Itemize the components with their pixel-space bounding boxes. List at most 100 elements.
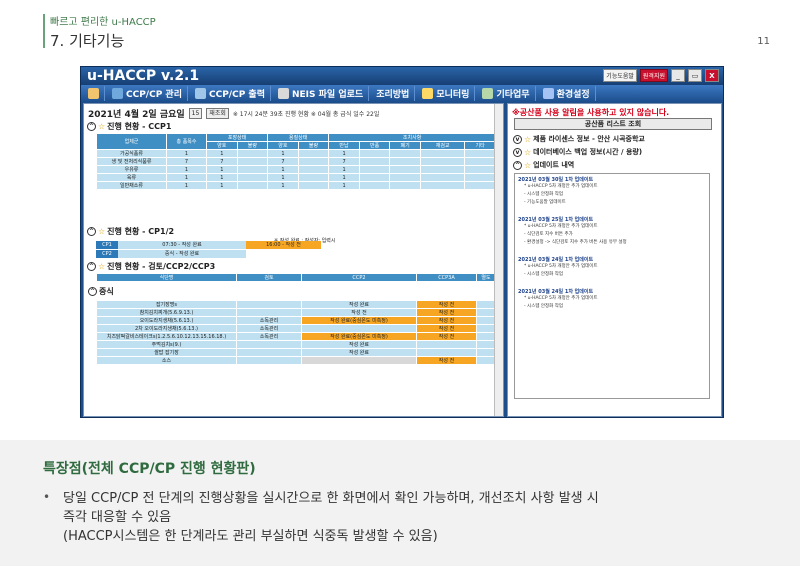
table-cell: 작성 완료 (301, 348, 417, 357)
home-menu[interactable] (83, 86, 105, 101)
table-row[interactable]: 참치김치찌개(5.6.9.13.) 작성 전 작성 전 (96, 308, 496, 317)
table-row[interactable]: 일반채소류 1 1 1 1 (96, 181, 496, 190)
update-entry: 2021년 03월 24일 1차 업데이트 * u-HACCP 5차 개정안 추가… (518, 288, 706, 311)
table-cell (476, 308, 496, 317)
table-cell: 소스 (96, 356, 237, 365)
update-line: - 식단검토 지수 버튼 추가 (524, 232, 573, 237)
table-cell (297, 173, 330, 182)
table-cell (464, 181, 496, 190)
section-ccp1-header[interactable]: ^ ☆ 진행 현황 - CCP1 (87, 121, 171, 132)
update-title: 2021년 03월 25일 1차 업데이트 (518, 217, 594, 223)
section-review-header[interactable]: ^ ☆ 진행 현황 - 검토/CCP2/CCP3 (87, 261, 215, 272)
menu-settings[interactable]: 환경설정 (538, 86, 596, 101)
cp-label: CP1 (96, 241, 118, 249)
table-cell (297, 181, 330, 190)
table-cell (464, 149, 496, 158)
table-cell: 2차 오이도라지생채(5.6.13.) (96, 324, 237, 333)
col-header: 멸도 (476, 273, 496, 282)
star-icon: ☆ (98, 227, 106, 236)
close-button[interactable]: X (705, 69, 719, 82)
update-history-item[interactable]: ^ ☆ 업데이트 내역 (513, 160, 574, 170)
menu-neis-upload[interactable]: NEIS 파일 업로드 (273, 86, 370, 101)
table-row[interactable]: 우유류 1 1 1 1 (96, 165, 496, 174)
cp-row[interactable]: CP1 07:30 - 작성 완료 16:00 - 작성 전 (96, 241, 496, 249)
gear-icon (542, 88, 554, 99)
table-cell (419, 165, 466, 174)
table-row[interactable]: 소스 작성 전 (96, 356, 496, 365)
collapse-icon: ^ (513, 160, 522, 170)
menu-etc[interactable]: 기타업무 (477, 86, 536, 101)
table-cell: 7 (328, 157, 360, 166)
minimize-button[interactable]: _ (671, 69, 685, 82)
table-row[interactable]: 주먹김치s(9.) 작성 완료 (96, 340, 496, 349)
header-title: 7. 기타기능 (50, 32, 125, 50)
table-cell (297, 165, 330, 174)
backup-info-item[interactable]: v ☆ 데이터베이스 백업 정보(시간 / 용량) (513, 147, 642, 157)
table-cell: 오이도라지생채(5.6.13.) (96, 316, 237, 325)
app-titlebar: u-HACCP v.2.1 기능도움말 원격지원 _ ▭ X (81, 67, 723, 85)
remote-support-button[interactable]: 원격지원 (639, 69, 668, 82)
section-cp12-header[interactable]: ^ ☆ 진행 현황 - CP1/2 (87, 226, 174, 237)
col-header: 조치사항 (328, 133, 496, 142)
table-cell: 1 (206, 173, 238, 182)
section-title: 진행 현황 - CP1/2 (107, 227, 175, 236)
table-cell (476, 332, 496, 341)
table-cell: 잡기장명s (96, 300, 237, 309)
vertical-scrollbar[interactable] (494, 104, 503, 416)
table-cell (476, 340, 496, 349)
refresh-button[interactable]: 재조회 (206, 108, 229, 119)
table-row[interactable]: 가공식품류 1 1 1 1 (96, 149, 496, 158)
table-row[interactable]: 생 및 전처리식품류 7 7 7 7 (96, 157, 496, 166)
table-cell: 1 (267, 181, 299, 190)
table-row[interactable]: 2차 오이도라지생채(5.6.13.) 소독관리 작성 전 (96, 324, 496, 333)
calendar-button[interactable]: 15 (188, 108, 203, 119)
table-cell: 소독관리 (236, 324, 302, 333)
collapse-icon: ^ (87, 262, 96, 271)
license-info-item[interactable]: v ☆ 제품 라이센스 정보 - 안산 시곡중학교 (513, 134, 645, 144)
menu-label: 조리방법 (376, 90, 410, 100)
table-cell (301, 324, 417, 333)
table-cell: 참치김치찌개(5.6.9.13.) (96, 308, 237, 317)
cp-row[interactable]: CP2 중식 - 작성 완료 (96, 250, 496, 258)
table-row[interactable]: 쌀밥 잡기장 작성 완료 (96, 348, 496, 357)
update-list[interactable]: 2021년 03월 30일 1차 업데이트 * u-HACCP 5차 개정안 추가… (514, 173, 710, 399)
table-cell: 7 (166, 157, 207, 166)
table-cell: 1 (166, 173, 207, 182)
menu-ccp-print[interactable]: CCP/CP 출력 (190, 86, 271, 101)
restore-button[interactable]: ▭ (688, 69, 702, 82)
table-row[interactable]: 오이도라지생채(5.6.13.) 소독관리 작성 완료(중심온도 미측정) 작성 전 (96, 316, 496, 325)
table-cell (236, 308, 302, 317)
monitor-icon (422, 88, 434, 99)
group-lunch[interactable]: ^ 중식 (88, 286, 114, 297)
help-button[interactable]: 기능도움말 (603, 69, 637, 82)
table-cell: 1 (328, 181, 360, 190)
table-cell: 작성 전 (416, 324, 477, 333)
review-body-table: 잡기장명s 작성 완료 작성 전 참치김치찌개(5.6.9.13.) 작성 전 작성 전오… (96, 300, 496, 365)
collapse-icon: ^ (87, 122, 96, 131)
collapse-icon: ^ (87, 227, 96, 236)
sub-header: 양호 (267, 141, 299, 150)
update-line: * u-HACCP 5차 개정안 추가 업데이트 (524, 264, 598, 269)
table-row[interactable]: 치즈닭떡갈비스테이크s(1.2.5.6.10.12.13.15.16.18.) 소… (96, 332, 496, 341)
app-title: u-HACCP v.2.1 (87, 68, 200, 84)
table-row[interactable]: 육류 1 1 1 1 (96, 173, 496, 182)
table-cell: 작성 전 (416, 332, 477, 341)
section-title: 진행 현황 - 검토/CCP2/CCP3 (107, 262, 216, 271)
product-list-button[interactable]: 공산품 리스트 조회 (514, 118, 712, 130)
sub-header: 불량 (236, 141, 269, 150)
table-cell (236, 356, 302, 365)
table-cell: 1 (267, 173, 299, 182)
sub-header: 불량 (297, 141, 330, 150)
table-cell: 생 및 전처리식품류 (96, 157, 167, 166)
table-cell (476, 324, 496, 333)
table-row[interactable]: 잡기장명s 작성 완료 작성 전 (96, 300, 496, 309)
upload-icon (278, 88, 289, 99)
menu-ccp-manage[interactable]: CCP/CP 관리 (107, 86, 188, 101)
table-cell (476, 356, 496, 365)
table-cell (389, 181, 421, 190)
sub-header: 반납 (328, 141, 360, 150)
table-cell: 7 (206, 157, 238, 166)
menu-cooking[interactable]: 조리방법 (371, 86, 416, 101)
status-note: ※ 17시 24분 39초 진행 현황 ※ 04월 총 급식 일수 22일 (232, 111, 380, 118)
menu-monitoring[interactable]: 모니터링 (417, 86, 476, 101)
